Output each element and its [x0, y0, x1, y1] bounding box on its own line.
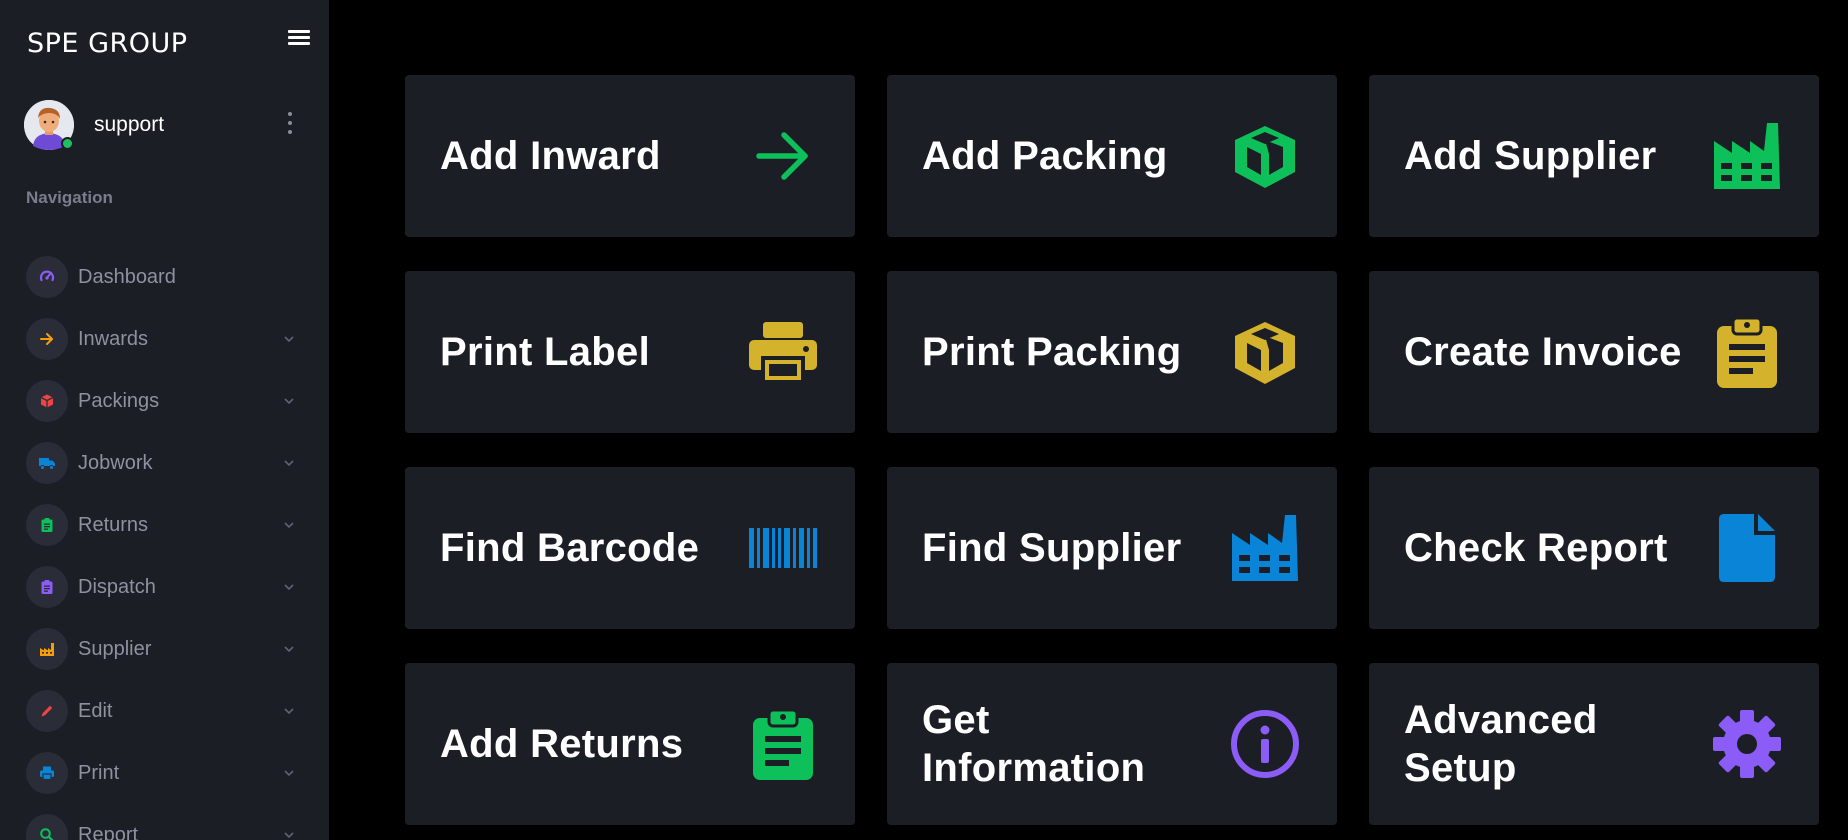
sidebar-item-label: Edit	[78, 699, 113, 722]
clipboard-icon	[747, 708, 819, 780]
factory-icon	[26, 628, 68, 670]
print-packing-button[interactable]: Print Packing	[887, 271, 1337, 433]
info-icon	[1229, 708, 1301, 780]
chevron-down-icon	[284, 584, 294, 591]
chevron-down-icon	[284, 522, 294, 529]
sidebar-item-print[interactable]: Print	[26, 742, 296, 804]
pencil-icon	[26, 690, 68, 732]
add-returns-button[interactable]: Add Returns	[405, 663, 855, 825]
file-icon	[1711, 512, 1783, 584]
main-content: Add Inward Add Packing Add Supplier Prin…	[329, 0, 1848, 840]
tile-label: Create Invoice	[1404, 330, 1682, 374]
truck-icon	[26, 442, 68, 484]
brand-title: SPE GROUP	[27, 28, 188, 59]
box-icon	[1229, 316, 1301, 388]
tile-label: Print Label	[440, 330, 650, 374]
chevron-down-icon	[284, 770, 294, 777]
menu-toggle-icon[interactable]	[288, 30, 310, 48]
print-label-button[interactable]: Print Label	[405, 271, 855, 433]
sidebar-item-label: Jobwork	[78, 451, 153, 474]
sidebar-item-label: Supplier	[78, 637, 152, 660]
clipboard-icon	[1711, 316, 1783, 388]
tile-label: Find Barcode	[440, 526, 700, 570]
tile-label: Add Supplier	[1404, 134, 1657, 178]
tile-label: Add Inward	[440, 134, 661, 178]
sidebar-item-jobwork[interactable]: Jobwork	[26, 432, 296, 494]
avatar	[24, 100, 74, 150]
speedometer-icon	[26, 256, 68, 298]
find-supplier-button[interactable]: Find Supplier	[887, 467, 1337, 629]
nav-heading: Navigation	[26, 188, 113, 207]
sidebar-item-edit[interactable]: Edit	[26, 680, 296, 742]
sidebar-item-packings[interactable]: Packings	[26, 370, 296, 432]
sidebar-item-inwards[interactable]: Inwards	[26, 308, 296, 370]
box-icon	[26, 380, 68, 422]
arrow-right-icon	[26, 318, 68, 360]
sidebar-item-returns[interactable]: Returns	[26, 494, 296, 556]
chevron-down-icon	[284, 646, 294, 653]
sidebar-item-label: Dashboard	[78, 265, 176, 288]
sidebar: SPE GROUP support Navigation Dashboard I…	[0, 0, 329, 840]
search-icon	[26, 814, 68, 840]
factory-icon	[1711, 120, 1783, 192]
quick-actions-grid: Add Inward Add Packing Add Supplier Prin…	[405, 75, 1819, 825]
tile-label: Print Packing	[922, 330, 1182, 374]
sidebar-item-label: Print	[78, 761, 120, 784]
printer-icon	[747, 316, 819, 388]
printer-icon	[26, 752, 68, 794]
chevron-down-icon	[284, 460, 294, 467]
clipboard-icon	[26, 566, 68, 608]
check-report-button[interactable]: Check Report	[1369, 467, 1819, 629]
sidebar-item-label: Returns	[78, 513, 149, 536]
barcode-icon	[747, 512, 819, 584]
clipboard-icon	[26, 504, 68, 546]
create-invoice-button[interactable]: Create Invoice	[1369, 271, 1819, 433]
more-vertical-icon[interactable]	[284, 112, 296, 134]
tile-label: Advanced Setup	[1404, 698, 1598, 790]
tile-label: Add Returns	[440, 722, 684, 766]
chevron-down-icon	[284, 336, 294, 343]
add-packing-button[interactable]: Add Packing	[887, 75, 1337, 237]
chevron-down-icon	[284, 708, 294, 715]
sidebar-item-label: Report	[78, 823, 139, 840]
sidebar-nav: Dashboard Inwards Packings Jobwork Retur…	[26, 246, 296, 840]
add-supplier-button[interactable]: Add Supplier	[1369, 75, 1819, 237]
advanced-setup-button[interactable]: Advanced Setup	[1369, 663, 1819, 825]
sidebar-item-label: Dispatch	[78, 575, 156, 598]
arrow-right-icon	[747, 120, 819, 192]
find-barcode-button[interactable]: Find Barcode	[405, 467, 855, 629]
chevron-down-icon	[284, 832, 294, 839]
tile-label: Find Supplier	[922, 526, 1182, 570]
get-information-button[interactable]: Get Information	[887, 663, 1337, 825]
tile-label: Get Information	[922, 698, 1146, 790]
username: support	[94, 113, 165, 136]
tile-label: Check Report	[1404, 526, 1668, 570]
user-profile[interactable]: support	[24, 100, 164, 150]
sidebar-item-report[interactable]: Report	[26, 804, 296, 840]
sidebar-item-dispatch[interactable]: Dispatch	[26, 556, 296, 618]
sidebar-item-supplier[interactable]: Supplier	[26, 618, 296, 680]
sidebar-item-label: Inwards	[78, 327, 149, 350]
tile-label: Add Packing	[922, 134, 1168, 178]
online-status-dot	[61, 137, 74, 150]
factory-icon	[1229, 512, 1301, 584]
add-inward-button[interactable]: Add Inward	[405, 75, 855, 237]
sidebar-item-label: Packings	[78, 389, 160, 412]
chevron-down-icon	[284, 398, 294, 405]
gear-icon	[1711, 708, 1783, 780]
sidebar-item-dashboard[interactable]: Dashboard	[26, 246, 296, 308]
box-icon	[1229, 120, 1301, 192]
